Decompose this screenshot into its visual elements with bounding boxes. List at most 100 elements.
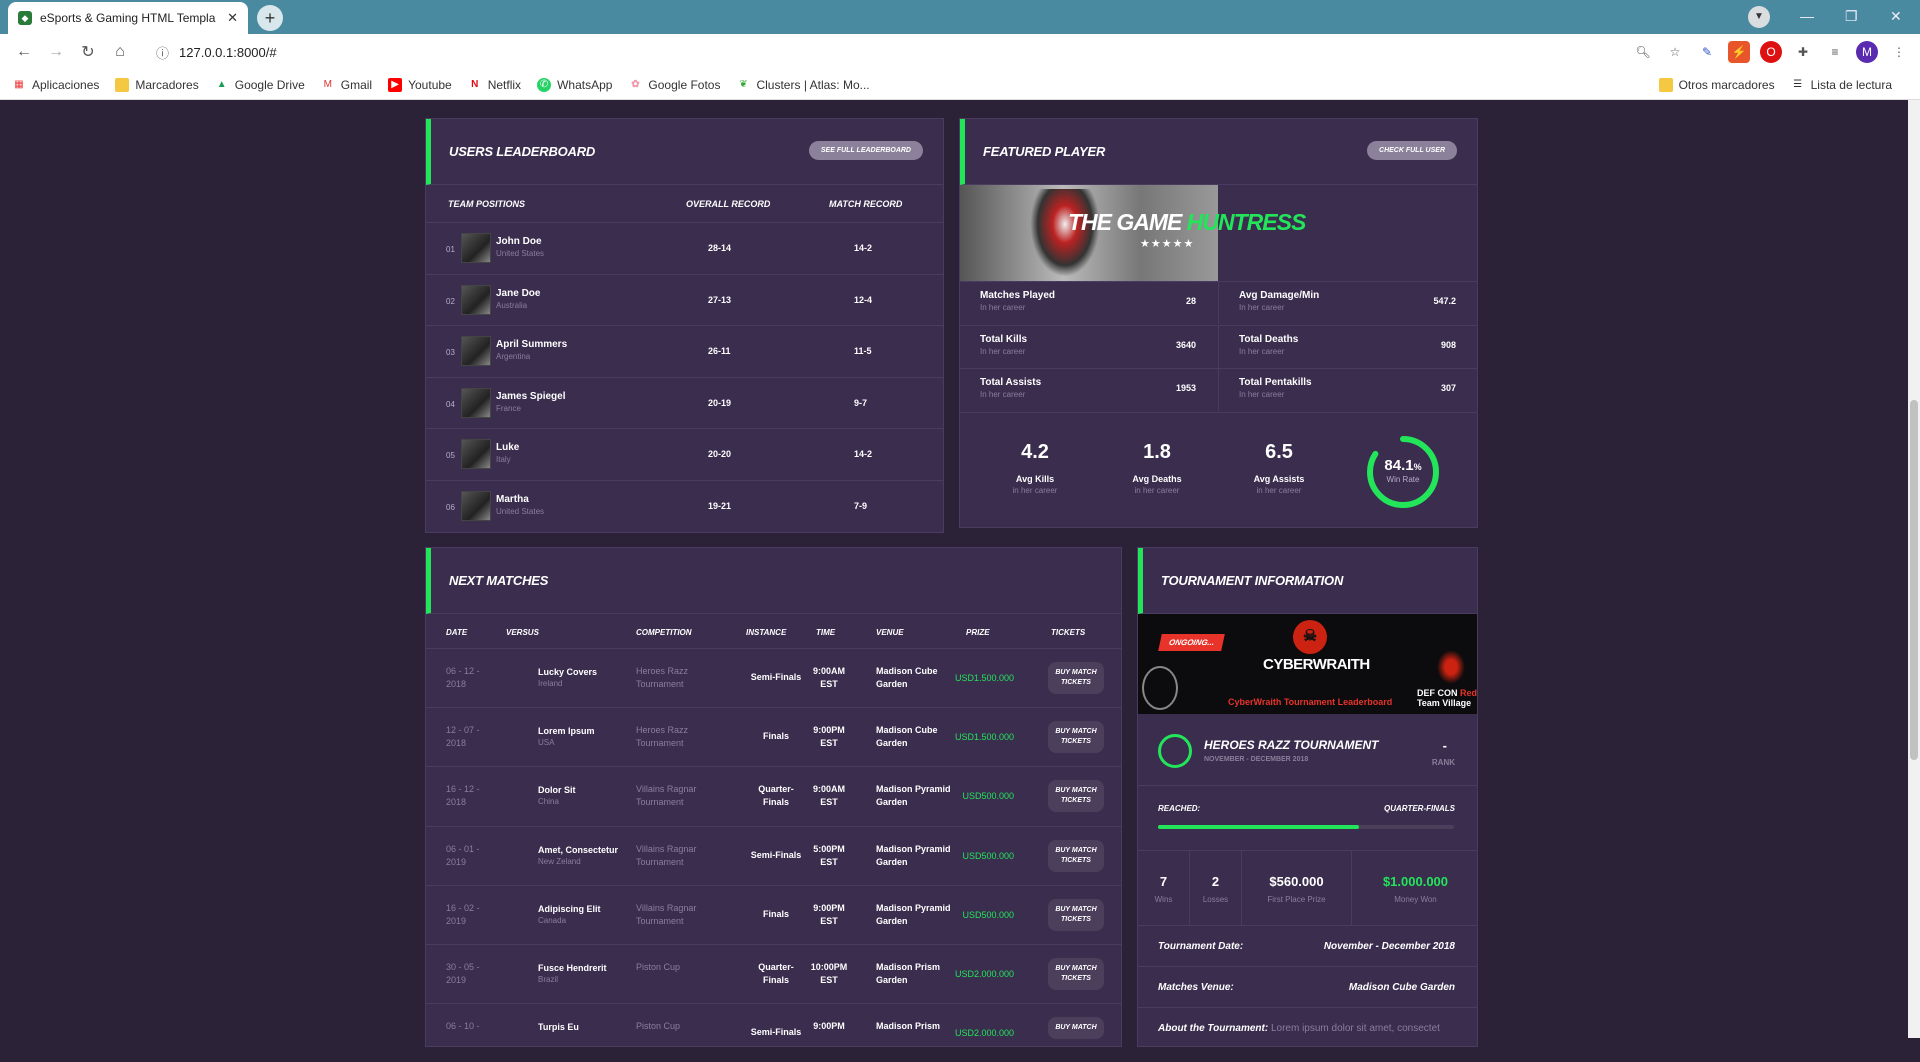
bookmark-reading-list[interactable]: ☰ Lista de lectura — [1791, 78, 1892, 92]
opponent-name: Dolor Sit — [538, 785, 576, 796]
avatar — [461, 284, 491, 315]
match-date-line1: 30 - 05 - — [446, 962, 480, 972]
scrollbar-thumb[interactable] — [1910, 400, 1918, 760]
leaderboard-row[interactable]: 05 Luke Italy 20-20 14-2 — [426, 428, 943, 479]
row-position: 05 — [446, 451, 455, 460]
bookmark-label: Netflix — [487, 77, 522, 92]
tournament-date-label: Tournament Date: — [1158, 941, 1244, 952]
leaderboard-row[interactable]: 06 Martha United States 19-21 7-9 — [426, 479, 943, 531]
bookmark-otros[interactable]: Otros marcadores — [1658, 77, 1775, 92]
close-tab-icon[interactable]: ✕ — [227, 10, 238, 26]
leaderboard-row[interactable]: 03 April Summers Argentina 26-11 11-5 — [426, 325, 943, 376]
pen-extension-icon[interactable]: ✎ — [1696, 41, 1718, 63]
url-field[interactable]: ⓘ 127.0.0.1:8000/# — [146, 38, 1622, 66]
bookmark-drive[interactable]: ▲ Google Drive — [215, 78, 305, 92]
leaderboard-row[interactable]: 01 John Doe United States 28-14 14-2 — [426, 222, 943, 273]
tab-title: eSports & Gaming HTML Templa — [40, 11, 216, 25]
player-country: United States — [496, 506, 545, 516]
player-name: Luke — [496, 442, 520, 453]
bookmark-marcadores[interactable]: Marcadores — [115, 77, 199, 92]
buy-match-tickets-button[interactable]: BUY MATCH TICKETS — [1048, 839, 1104, 872]
info-icon[interactable]: ⓘ — [156, 43, 169, 62]
bookmark-fotos[interactable]: ✿ Google Fotos — [628, 78, 720, 92]
tournament-stat-label: Losses — [1202, 895, 1229, 904]
bookmark-label: Google Fotos — [648, 77, 721, 92]
match-row[interactable]: 16 - 02 - 2019 Adipiscing Elit Canada Villai… — [426, 884, 1121, 944]
tournament-ring-icon — [1158, 734, 1192, 768]
venue-line1: Madison Pyramid — [876, 784, 951, 795]
competition-line1: Piston Cup — [636, 1021, 681, 1032]
leaderboard-row[interactable]: 04 James Spiegel France 20-19 9-7 — [426, 376, 943, 428]
forward-icon[interactable]: → — [42, 43, 70, 61]
leaderboard-row[interactable]: 02 Jane Doe Australia 27-13 12-4 — [426, 273, 943, 325]
see-full-leaderboard-button[interactable]: SEE FULL LEADERBOARD — [808, 141, 923, 160]
buy-match-tickets-button[interactable]: BUY MATCH — [1048, 1017, 1104, 1040]
banner-subtitle: CyberWraith Tournament Leaderboard — [1228, 697, 1393, 707]
bookmark-atlas[interactable]: ❦ Clusters | Atlas: Mo... — [736, 78, 869, 92]
extension-opera-icon[interactable]: O — [1760, 41, 1782, 63]
apps-grid-icon: ▦ — [14, 78, 24, 90]
bookmark-netflix[interactable]: N Netflix — [468, 78, 521, 92]
extension-orange-icon[interactable]: ⚡ — [1728, 41, 1750, 63]
win-rate-value: 84.1 — [1384, 457, 1414, 474]
buy-match-tickets-button[interactable]: BUY MATCH TICKETS — [1048, 898, 1104, 931]
extensions-puzzle-icon[interactable]: ✚ — [1792, 41, 1814, 63]
match-row[interactable]: 06 - 10 - Turpis Eu Piston Cup Semi-Finals 9… — [426, 1003, 1121, 1062]
tournament-stat-value: $560.000 — [1269, 874, 1324, 889]
buy-match-tickets-button[interactable]: BUY MATCH TICKETS — [1048, 958, 1104, 990]
reload-icon[interactable]: ↻ — [74, 42, 102, 62]
media-control-icon[interactable]: ▼ — [1748, 6, 1770, 28]
opponent-country: Canada — [538, 915, 567, 925]
avg-value: 4.2 — [1021, 441, 1049, 463]
tournament-stat: 7 Wins — [1138, 850, 1190, 925]
restore-icon[interactable]: ❐ — [1845, 8, 1858, 25]
new-tab-button[interactable]: + — [257, 5, 283, 31]
row-position: 01 — [446, 245, 455, 254]
stat-value: 307 — [1440, 383, 1456, 393]
check-full-user-button[interactable]: CHECK FULL USER — [1367, 141, 1457, 160]
match-row[interactable]: 12 - 07 - 2018 Lorem Ipsum USA Heroes Razz To… — [426, 707, 1121, 766]
bookmark-youtube[interactable]: ▶ Youtube — [388, 77, 452, 92]
tournament-stat: 2 Losses — [1190, 850, 1242, 925]
home-icon[interactable]: ⌂ — [106, 43, 134, 61]
page-scrollbar[interactable] — [1908, 100, 1920, 1038]
time-line1: 9:00PM — [813, 1021, 845, 1032]
bookmark-apps[interactable]: ▦ Aplicaciones — [12, 78, 99, 92]
netflix-icon: N — [471, 78, 479, 90]
match-record: 14-2 — [854, 243, 873, 253]
minimize-icon[interactable]: — — [1800, 8, 1814, 24]
match-row[interactable]: 30 - 05 - 2019 Fusce Hendrerit Brazil Piston… — [426, 944, 1121, 1003]
bookmark-star-icon[interactable]: ☆ — [1664, 41, 1686, 63]
bookmark-gmail[interactable]: M Gmail — [321, 78, 373, 92]
menu-icon[interactable]: ⋮ — [1888, 41, 1910, 63]
match-row[interactable]: 06 - 01 - 2019 Amet, Consectetur New Zeland… — [426, 825, 1121, 885]
back-icon[interactable]: ← — [10, 43, 38, 61]
buy-match-tickets-button[interactable]: BUY MATCH TICKETS — [1048, 721, 1104, 754]
zoom-icon[interactable]: 🔍︎ — [1632, 41, 1654, 63]
buy-match-tickets-button[interactable]: BUY MATCH TICKETS — [1048, 780, 1104, 813]
bookmarks-bar: ▦ Aplicaciones Marcadores ▲ Google Drive M… — [0, 70, 1920, 100]
close-window-icon[interactable]: ✕ — [1890, 8, 1902, 25]
about-text: Lorem ipsum dolor sit amet, consectet — [1270, 1023, 1440, 1034]
match-row[interactable]: 06 - 12 - 2018 Lucky Covers Ireland Heroes R… — [426, 648, 1121, 707]
reading-list-icon[interactable]: ≡ — [1824, 41, 1846, 63]
buy-match-tickets-button[interactable]: BUY MATCH TICKETS — [1048, 662, 1104, 694]
stat-label: Matches Played — [980, 290, 1056, 301]
col-header-venue: VENUE — [876, 628, 904, 637]
match-record: 9-7 — [854, 397, 868, 408]
venue-line2: Garden — [876, 679, 908, 689]
win-rate-label: Win Rate — [1386, 475, 1420, 484]
avg-value: 1.8 — [1143, 441, 1171, 463]
profile-avatar[interactable]: M — [1856, 41, 1878, 63]
match-prize: USD1.500.000 — [954, 673, 1014, 683]
col-header-versus: VERSUS — [506, 628, 539, 637]
overall-record: 28-14 — [708, 243, 732, 253]
match-date-line1: 06 - 10 - — [446, 1021, 480, 1032]
avatar — [461, 490, 491, 521]
match-row[interactable]: 16 - 12 - 2018 Dolor Sit China Villains Ragn… — [426, 766, 1121, 825]
defcon-text: DEF CON — [1416, 688, 1458, 698]
tournament-date-value: November - December 2018 — [1323, 941, 1455, 952]
bookmark-label: Youtube — [408, 77, 452, 92]
browser-tab[interactable]: ◆ eSports & Gaming HTML Templa ✕ — [8, 2, 248, 34]
bookmark-whatsapp[interactable]: ✆ WhatsApp — [537, 77, 612, 92]
